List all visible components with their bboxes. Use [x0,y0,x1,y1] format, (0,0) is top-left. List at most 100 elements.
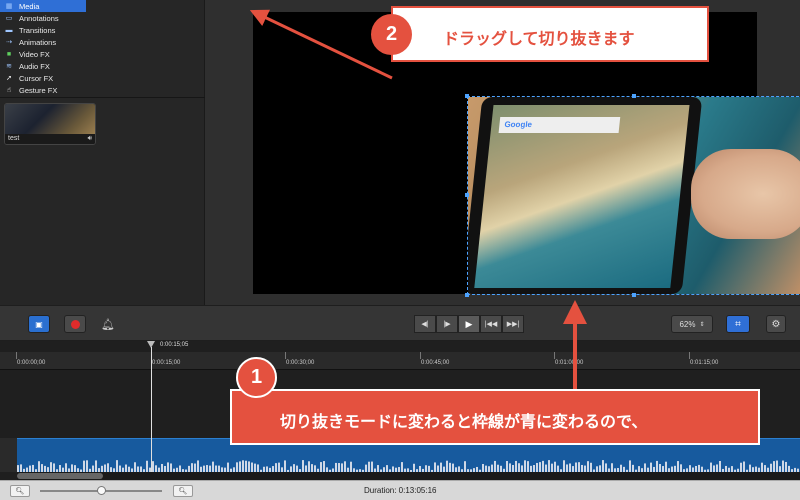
step-back-button[interactable]: ◀| [414,315,436,333]
waveform-bar [545,464,547,472]
track-header[interactable] [0,438,17,472]
waveform-bar [524,460,526,472]
sidebar-item-annotations[interactable]: ▭ Annotations [0,12,86,24]
waveform-bar [248,461,250,472]
waveform-bar [83,460,85,472]
crop-handle-ml[interactable] [465,193,469,197]
play-button[interactable]: ▶ [458,315,480,333]
media-clip[interactable]: test 🔊︎ [4,103,96,145]
waveform-bar [509,463,511,472]
crop-handle-bm[interactable] [632,293,636,297]
waveform-bar [743,461,745,472]
waveform-bar [86,460,88,472]
ruler-tick [689,352,690,359]
zoom-out-button[interactable]: 🔍︎ [10,485,30,497]
waveform-bar [191,463,193,472]
step-back-icon: ◀| [421,321,429,328]
ruler-tick [285,352,286,359]
notification-button[interactable]: 🔔︎ [99,315,117,333]
playhead-line[interactable] [151,347,152,475]
waveform-bar [107,463,109,472]
callout-text: ドラッグして切り抜きます [443,29,635,48]
waveform-bar [350,461,352,472]
waveform-bar [446,460,448,472]
waveform-bar [242,460,244,472]
ruler-tick [420,352,421,359]
timeline-scrollbar[interactable] [17,472,800,480]
crop-handle-bl[interactable] [465,293,469,297]
sidebar-item-gesture-fx[interactable]: ☝ Gesture FX [0,84,86,96]
zoom-in-button[interactable]: 🔍︎ [173,485,193,497]
waveform-bar [599,465,601,472]
zoom-select[interactable]: 62% ⇕ [671,315,713,333]
waveform-bar [440,462,442,472]
waveform-bar [386,465,388,472]
waveform-bar [536,462,538,472]
sidebar-item-transitions[interactable]: ▬ Transitions [0,24,86,36]
playback-toolbar: ▣ 🔔︎ ◀| |▶ ▶ |◀◀ ▶▶| 62% ⇕ ⌗ ⚙ [0,305,800,341]
sidebar-item-label: Cursor FX [19,73,54,83]
waveform-bar [167,462,169,472]
record-screen-button[interactable]: ▣ [28,315,50,333]
record-button[interactable] [64,315,86,333]
waveform-bar [194,463,196,472]
callout-step-1: 切り抜きモードに変わると枠線が青に変わるので、 [230,389,760,445]
waveform-bar [53,463,55,472]
waveform-bar [308,461,310,472]
waveform-bar [602,460,604,472]
waveform-bar [449,462,451,472]
waveform-bar [698,464,700,472]
slider-knob[interactable] [97,486,106,495]
audio-waveform [17,460,799,472]
waveform-bar [515,460,517,472]
transition-icon: ▬ [5,26,13,34]
status-bar: 🔍︎ 🔍︎ Duration: 0:13:05:16 [0,480,800,500]
crop-handle-tm[interactable] [632,94,636,98]
sidebar-item-media[interactable]: ▦ Media [0,0,86,12]
crop-button[interactable]: ⌗ [726,315,750,333]
skip-end-button[interactable]: ▶▶| [502,315,524,333]
waveform-bar [125,464,127,472]
crop-selection-box[interactable] [465,94,800,297]
waveform-bar [782,460,784,472]
sidebar-item-cursor-fx[interactable]: ➚ Cursor FX [0,72,86,84]
animation-icon: ⇢ [6,39,12,46]
waveform-bar [716,464,718,472]
waveform-bar [491,464,493,472]
waveform-bar [650,462,652,472]
step-badge-1: 1 [236,357,277,398]
waveform-bar [311,464,313,472]
crop-handle-tl[interactable] [465,94,469,98]
waveform-bar [206,465,208,472]
waveform-bar [761,462,763,472]
waveform-bar [494,460,496,472]
clip-thumbnail [5,104,95,136]
magnifier-icon: 🔍︎ [178,488,188,495]
sidebar-item-animations[interactable]: ⇢ Animations [0,36,86,48]
transport-controls: ◀| |▶ ▶ |◀◀ ▶▶| [414,315,526,333]
waveform-bar [71,464,73,472]
waveform-bar [413,463,415,472]
waveform-bar [590,462,592,472]
waveform-bar [368,461,370,472]
waveform-bar [566,464,568,472]
gear-icon: ⚙ [771,318,781,330]
skip-start-button[interactable]: |◀◀ [480,315,502,333]
sidebar-item-video-fx[interactable]: ■ Video FX [0,48,86,60]
time-ruler[interactable]: 0:00:00;00 0:00:15;00 0:00:30;00 0:00:45… [0,352,800,370]
frame-back-button[interactable]: |▶ [436,315,458,333]
media-panel: ▦ Media ▭ Annotations ▬ Transitions ⇢ An… [0,0,205,305]
waveform-bar [482,463,484,472]
waveform-bar [518,463,520,472]
sidebar-item-audio-fx[interactable]: ≋ Audio FX [0,60,86,72]
waveform-bar [632,464,634,472]
sidebar-item-label: Transitions [19,25,56,35]
waveform-bar [521,465,523,472]
settings-button[interactable]: ⚙ [766,315,786,333]
waveform-bar [542,460,544,472]
scrollbar-thumb[interactable] [17,473,103,479]
waveform-bar [32,464,34,472]
waveform-bar [365,464,367,472]
waveform-bar [155,465,157,472]
screen-record-icon: ▣ [35,319,43,329]
